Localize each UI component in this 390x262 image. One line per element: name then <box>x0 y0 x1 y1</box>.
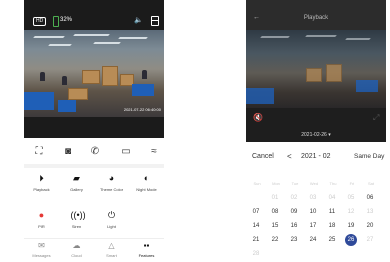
calendar-day[interactable]: 23 <box>286 234 302 246</box>
calendar-day[interactable]: 01 <box>267 192 283 204</box>
weekday-label: Wed <box>309 181 319 186</box>
feature-label: PIR <box>38 224 45 229</box>
more-icon[interactable]: ≈ <box>147 145 161 159</box>
calendar-day[interactable]: 12 <box>343 206 359 218</box>
tab-label: Features <box>138 253 155 258</box>
light-icon: ⏻ <box>107 210 116 220</box>
palette-icon: ◕ <box>108 173 115 183</box>
tab-label: Cloud <box>71 253 82 258</box>
calendar-day[interactable]: 25 <box>324 234 340 246</box>
same-day-button[interactable]: Same Day <box>354 153 384 160</box>
play-icon: ⏵ <box>39 173 44 183</box>
divider <box>24 164 164 168</box>
hd-badge[interactable]: HD <box>33 17 47 26</box>
feature-label: Night Mode <box>136 187 157 192</box>
feature-night-mode[interactable]: ◐ Night Mode <box>129 172 164 192</box>
calendar-day[interactable]: 28 <box>248 248 264 260</box>
calendar-header: Cancel < 2021 - 02 Same Day <box>246 150 386 166</box>
calendar-day[interactable]: 22 <box>267 234 283 246</box>
calendar-day[interactable]: 15 <box>267 220 283 232</box>
gallery-icon: ▰ <box>73 173 80 183</box>
calendar-day[interactable]: 19 <box>343 220 359 232</box>
playback-header: ← Playback <box>246 0 386 30</box>
feature-label: Gallery <box>70 187 83 192</box>
page-title: Playback <box>303 15 329 21</box>
tab-smart[interactable]: △ Smart <box>94 241 129 258</box>
calendar-day[interactable]: 27 <box>362 234 378 246</box>
weekday-label: Mon <box>272 181 280 186</box>
playback-controls: 🔇 ⤢ <box>246 108 386 128</box>
calendar-day[interactable]: 13 <box>362 206 378 218</box>
calendar-month: 2021 - 02 <box>301 153 331 160</box>
tab-features[interactable]: ▪▪ Features <box>129 241 164 258</box>
calendar-day[interactable]: 11 <box>324 206 340 218</box>
calendar-day[interactable]: 18 <box>324 220 340 232</box>
cloud-icon: ☁ <box>72 241 81 250</box>
fullscreen-icon[interactable] <box>151 16 159 26</box>
prev-month-button[interactable]: < <box>287 152 292 161</box>
calendar-day[interactable]: 08 <box>267 206 283 218</box>
features-icon: ▪▪ <box>143 241 150 250</box>
calendar-day[interactable]: 10 <box>305 206 321 218</box>
tab-label: Smart <box>106 253 117 258</box>
feature-label: Light <box>107 224 116 229</box>
battery-level: 32% <box>60 17 73 23</box>
tab-label: Messages <box>32 253 51 258</box>
calendar-day[interactable]: 16 <box>286 220 302 232</box>
feature-pir[interactable]: ● PIR <box>24 209 59 229</box>
calendar-day[interactable]: 05 <box>343 192 359 204</box>
control-row: ⛶ ◙ ✆ ▭ ≈ <box>24 145 164 161</box>
weekday-label: Sun <box>253 181 261 186</box>
calendar-day[interactable]: 24 <box>305 234 321 246</box>
calendar-day[interactable]: 03 <box>305 192 321 204</box>
weekday-label: Sat <box>367 181 374 186</box>
calendar-day[interactable]: 09 <box>286 206 302 218</box>
calendar-day[interactable]: 14 <box>248 220 264 232</box>
cancel-button[interactable]: Cancel <box>252 153 274 160</box>
weekday-label: Thu <box>329 181 337 186</box>
calendar-day[interactable]: 02 <box>286 192 302 204</box>
weekday-label: Tue <box>291 181 299 186</box>
mute-icon[interactable]: 🔇 <box>253 113 263 122</box>
playback-screen: ← Playback 🔇 ⤢ 2021-02-26 ▾ Cancel < 202… <box>246 0 386 262</box>
calendar-day[interactable]: 07 <box>248 206 264 218</box>
weekday-label: Fri <box>349 181 355 186</box>
pir-icon: ● <box>38 210 45 220</box>
video-timestamp: 2021-07-22 06:40:00 <box>123 107 161 112</box>
expand-icon[interactable]: ⤢ <box>373 113 379 123</box>
calendar-day[interactable]: 20 <box>362 220 378 232</box>
feature-siren[interactable]: ((•)) Siren <box>59 209 94 229</box>
calendar-day[interactable]: 04 <box>324 192 340 204</box>
siren-icon: ((•)) <box>70 210 86 220</box>
status-bar: HD 32% 🔈 <box>24 0 164 30</box>
feature-label: Playback <box>33 187 50 192</box>
feature-light[interactable]: ⏻ Light <box>94 209 129 229</box>
calendar-day[interactable]: 06 <box>362 192 378 204</box>
live-view-screen: HD 32% 🔈 2021-07-22 06:40:00 ⛶ ◙ ✆ ▭ ≈ ⏵… <box>24 0 164 262</box>
speaker-icon[interactable]: 🔈 <box>134 16 143 24</box>
screenshot-icon[interactable]: ⛶ <box>32 145 46 159</box>
feature-gallery[interactable]: ▰ Gallery <box>59 172 94 192</box>
playback-video[interactable] <box>246 30 386 108</box>
feature-label: Siren <box>71 224 82 229</box>
video-bottom-bar <box>24 117 164 138</box>
bottom-tab-bar: ✉ Messages ☁ Cloud △ Smart ▪▪ Features <box>24 238 164 262</box>
calendar-day[interactable]: 17 <box>305 220 321 232</box>
camera-icon[interactable]: ◙ <box>61 145 75 159</box>
tab-cloud[interactable]: ☁ Cloud <box>59 241 94 258</box>
calendar-day[interactable]: 21 <box>248 234 264 246</box>
talk-icon[interactable]: ✆ <box>88 145 102 159</box>
tab-messages[interactable]: ✉ Messages <box>24 241 59 258</box>
messages-icon: ✉ <box>38 241 45 250</box>
date-selector[interactable]: 2021-02-26 ▾ <box>246 128 386 142</box>
smart-icon: △ <box>108 241 115 250</box>
night-mode-icon: ◐ <box>143 173 150 183</box>
camera-feed[interactable]: 2021-07-22 06:40:00 <box>24 30 164 117</box>
feature-label: Theme Color <box>99 187 124 192</box>
battery-icon <box>53 16 59 27</box>
feature-playback[interactable]: ⏵ Playback <box>24 172 59 192</box>
feature-theme-color[interactable]: ◕ Theme Color <box>94 172 129 192</box>
calendar-day-selected[interactable]: 26 <box>345 234 357 246</box>
record-icon[interactable]: ▭ <box>119 145 133 159</box>
